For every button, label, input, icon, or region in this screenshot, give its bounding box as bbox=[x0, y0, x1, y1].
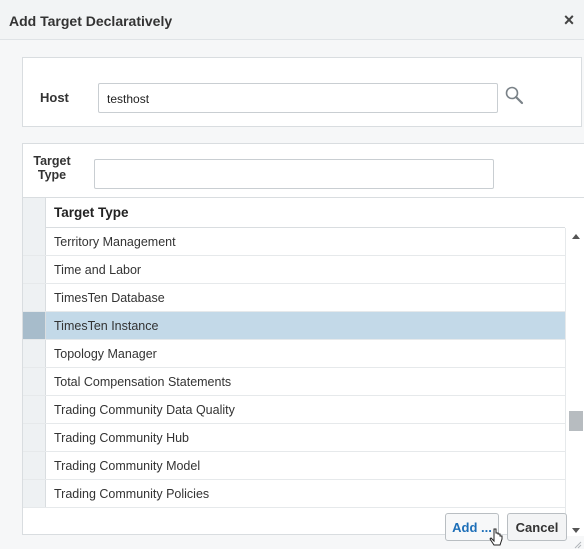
scroll-up-icon[interactable] bbox=[570, 230, 582, 240]
vertical-scrollbar[interactable] bbox=[565, 228, 584, 536]
column-header-target-type[interactable]: Target Type bbox=[54, 205, 129, 220]
row-selector[interactable] bbox=[23, 452, 46, 479]
table-row[interactable]: TimesTen Database bbox=[23, 284, 565, 312]
table-cell: Trading Community Policies bbox=[54, 487, 210, 501]
mouse-cursor-icon bbox=[489, 528, 505, 550]
table-row[interactable]: Trading Community Data Quality bbox=[23, 396, 565, 424]
scroll-thumb[interactable] bbox=[569, 411, 583, 431]
search-icon[interactable] bbox=[503, 85, 525, 107]
table-cell: Trading Community Data Quality bbox=[54, 403, 235, 417]
table-cell: TimesTen Instance bbox=[54, 319, 159, 333]
table-row[interactable]: Trading Community Model bbox=[23, 452, 565, 480]
target-type-panel: Target Type Target Type Territory Manage… bbox=[22, 143, 584, 536]
row-selector[interactable] bbox=[23, 256, 46, 283]
table-cell: Territory Management bbox=[54, 235, 176, 249]
table-header: Target Type bbox=[23, 198, 565, 228]
host-input-value: testhost bbox=[107, 92, 150, 106]
row-selector[interactable] bbox=[23, 284, 46, 311]
table-rows: Territory Management Time and Labor Time… bbox=[23, 228, 565, 508]
target-type-label: Target Type bbox=[33, 154, 71, 182]
host-input[interactable]: testhost bbox=[98, 83, 498, 113]
dialog-title: Add Target Declaratively bbox=[9, 13, 173, 29]
table-row[interactable]: Trading Community Policies bbox=[23, 480, 565, 508]
table-cell: Topology Manager bbox=[54, 347, 157, 361]
table-cell: Total Compensation Statements bbox=[54, 375, 232, 389]
row-selector-header bbox=[23, 198, 46, 228]
row-selector[interactable] bbox=[23, 480, 46, 507]
table-row-selected[interactable]: TimesTen Instance bbox=[23, 312, 565, 340]
host-panel: Host testhost bbox=[22, 57, 582, 127]
close-icon[interactable]: × bbox=[559, 9, 579, 31]
row-selector[interactable] bbox=[23, 228, 46, 255]
row-selector[interactable] bbox=[23, 312, 46, 339]
row-selector[interactable] bbox=[23, 396, 46, 423]
table-cell: Trading Community Model bbox=[54, 459, 201, 473]
table-cell: Trading Community Hub bbox=[54, 431, 190, 445]
cancel-button[interactable]: Cancel bbox=[507, 513, 567, 541]
table-row[interactable]: Total Compensation Statements bbox=[23, 368, 565, 396]
row-selector[interactable] bbox=[23, 424, 46, 451]
table-cell: Time and Labor bbox=[54, 263, 142, 277]
scroll-down-icon[interactable] bbox=[570, 523, 582, 533]
table-row[interactable]: Topology Manager bbox=[23, 340, 565, 368]
host-label: Host bbox=[40, 90, 69, 105]
resize-grip-icon[interactable] bbox=[572, 537, 582, 549]
row-selector[interactable] bbox=[23, 340, 46, 367]
table-cell: TimesTen Database bbox=[54, 291, 165, 305]
target-type-input[interactable] bbox=[94, 159, 494, 189]
target-type-table: Target Type Territory Management Time an… bbox=[23, 197, 584, 536]
table-row[interactable]: Territory Management bbox=[23, 228, 565, 256]
table-row[interactable]: Trading Community Hub bbox=[23, 424, 565, 452]
row-selector[interactable] bbox=[23, 368, 46, 395]
add-target-dialog: Add Target Declaratively × Host testhost… bbox=[0, 0, 584, 549]
table-row[interactable]: Time and Labor bbox=[23, 256, 565, 284]
dialog-titlebar: Add Target Declaratively × bbox=[0, 0, 584, 40]
